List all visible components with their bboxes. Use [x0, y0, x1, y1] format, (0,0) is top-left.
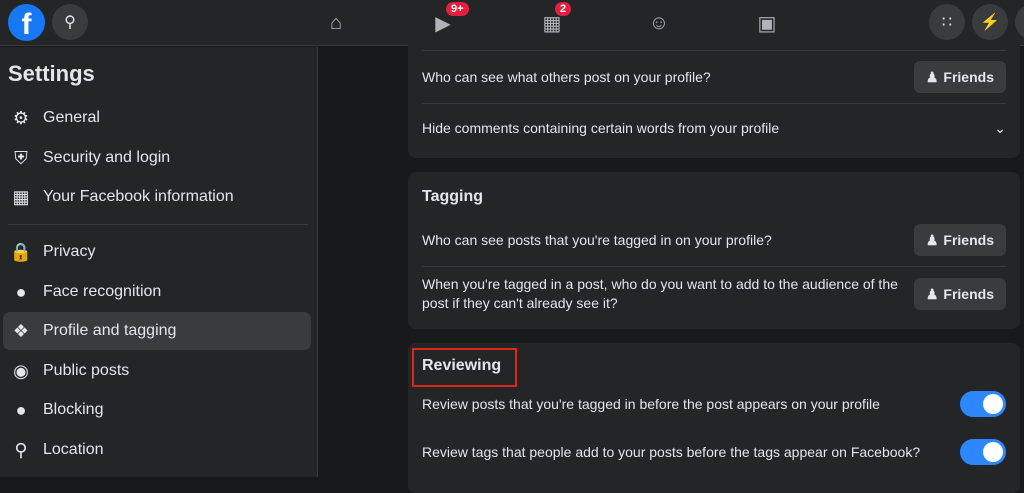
hide-comments-row[interactable]: Hide comments containing certain words f…: [422, 114, 1006, 142]
lock-icon: 🔒: [9, 241, 33, 262]
friends-icon: ♟: [925, 68, 939, 85]
sidebar-item-security[interactable]: ⛨ Security and login: [3, 139, 311, 177]
apps-grid-icon: ∷: [941, 14, 953, 31]
setting-row: Review tags that people add to your post…: [422, 439, 1006, 465]
watch-badge: 9+: [446, 2, 469, 16]
home-icon[interactable]: ⌂: [321, 8, 351, 38]
profile-posting-card: Who can see what others post on your pro…: [408, 40, 1020, 158]
gaming-icon[interactable]: ▣: [752, 8, 782, 38]
gear-icon: ⚙: [12, 107, 30, 128]
review-posts-toggle[interactable]: [960, 391, 1006, 417]
tag-icon: ❖: [12, 320, 30, 341]
sidebar-item-profile-tagging[interactable]: ❖ Profile and tagging: [3, 312, 311, 350]
pin-icon: ⚲: [14, 439, 28, 460]
settings-sidebar: Settings ⚙ General ⛨ Security and login ▦ Y…: [0, 47, 318, 477]
setting-row: Who can see what others post on your pro…: [422, 60, 1006, 94]
marketplace-tab[interactable]: ▦ 2: [537, 2, 572, 38]
sidebar-item-face-recognition[interactable]: ● Face recognition: [3, 273, 311, 311]
setting-row: When you're tagged in a post, who do you…: [422, 274, 1006, 314]
divider: [8, 224, 308, 225]
friends-icon: ♟: [925, 285, 939, 302]
grid-icon: ▦: [12, 186, 30, 207]
divider: [422, 103, 1006, 104]
divider: [422, 266, 1006, 267]
facebook-logo[interactable]: f: [8, 4, 45, 41]
messenger-icon: ⚡: [980, 14, 1000, 31]
search-icon: ⚲: [64, 14, 76, 31]
chevron-down-icon: ⌄: [994, 119, 1006, 136]
globe-icon: ◉: [13, 360, 29, 381]
sidebar-item-facebook-info[interactable]: ▦ Your Facebook information: [3, 178, 311, 216]
notifications-button[interactable]: [1015, 4, 1024, 40]
watch-tab[interactable]: ▶ 9+: [428, 2, 469, 38]
tagging-title: Tagging: [422, 188, 484, 205]
setting-row: Review posts that you're tagged in befor…: [422, 391, 1006, 417]
search-button[interactable]: ⚲: [52, 4, 88, 40]
highlight-box: [412, 348, 517, 387]
block-user-icon: ●: [15, 399, 27, 420]
groups-icon[interactable]: ☺: [644, 8, 674, 38]
settings-title: Settings: [8, 61, 95, 86]
sidebar-item-privacy[interactable]: 🔒 Privacy: [3, 233, 311, 271]
sidebar-item-public-posts[interactable]: ◉ Public posts: [3, 352, 311, 390]
marketplace-badge: 2: [555, 2, 572, 16]
audience-button[interactable]: ♟ Friends: [913, 224, 1006, 256]
tagging-card: Tagging Who can see posts that you're ta…: [408, 172, 1020, 329]
sidebar-item-blocking[interactable]: ● Blocking: [3, 391, 311, 429]
sidebar-item-location[interactable]: ⚲ Location: [3, 431, 311, 469]
setting-row: Who can see posts that you're tagged in …: [422, 223, 1006, 257]
friends-icon: ♟: [925, 231, 939, 248]
messenger-button[interactable]: ⚡: [972, 4, 1008, 40]
review-tags-toggle[interactable]: [960, 439, 1006, 465]
divider: [422, 50, 1006, 51]
person-icon: ●: [15, 281, 27, 302]
shield-icon: ⛨: [14, 147, 28, 168]
sidebar-item-general[interactable]: ⚙ General: [3, 99, 311, 137]
menu-button[interactable]: ∷: [929, 4, 965, 40]
audience-button[interactable]: ♟ Friends: [913, 61, 1006, 93]
audience-button[interactable]: ♟ Friends: [913, 278, 1006, 310]
